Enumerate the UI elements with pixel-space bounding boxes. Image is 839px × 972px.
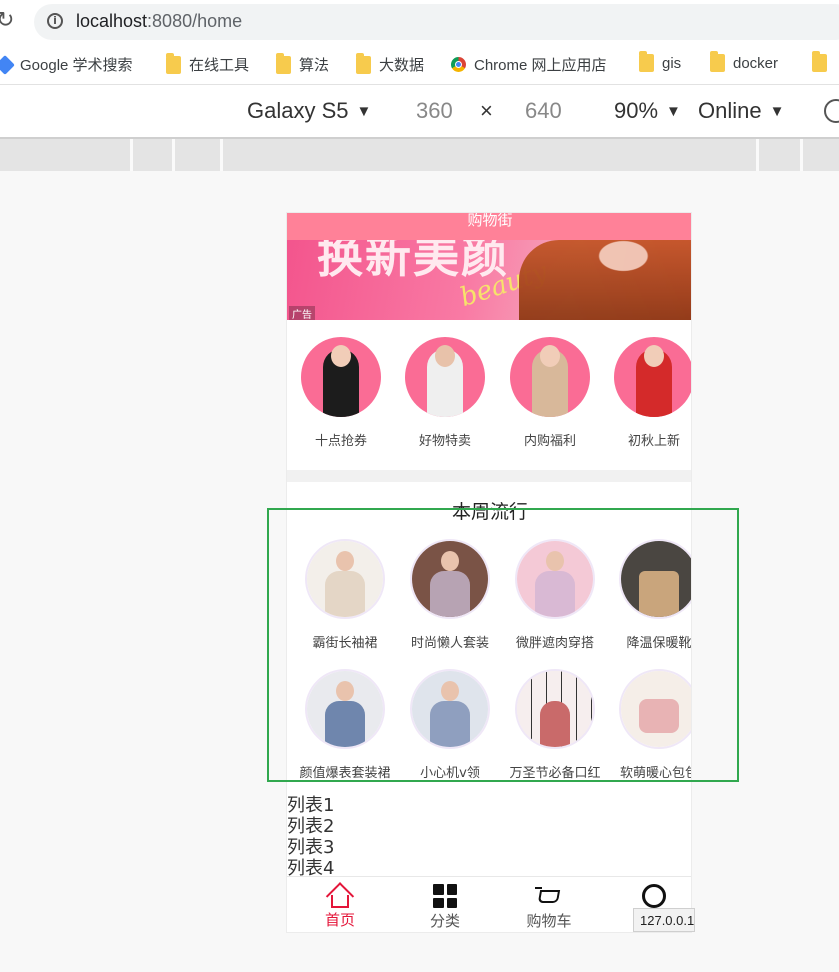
category-label: 内购福利 [523, 434, 576, 449]
bookmark-big-data[interactable]: 大数据 [356, 52, 425, 75]
placeholder-list: 列表1 列表2 列表3 列表4 [287, 795, 334, 879]
status-url-bubble: 127.0.0.1 [633, 908, 695, 932]
media-query-bar[interactable] [0, 139, 839, 171]
folder-icon [710, 51, 725, 72]
bookmark-label: 在线工具 [189, 57, 250, 74]
bookmark-online-tools[interactable]: 在线工具 [166, 52, 250, 75]
category-label: 初秋上新 [627, 434, 680, 449]
ruler-divider [130, 139, 133, 171]
category-image [510, 337, 590, 417]
ruler-divider [172, 139, 175, 171]
banner-model-image [519, 240, 691, 320]
tab-category[interactable]: 分类 [405, 883, 485, 931]
list-item: 列表1 [287, 795, 335, 816]
folder-icon [639, 51, 654, 72]
bookmarks-bar: Google 学术搜索 在线工具 算法 大数据 Chrome 网上应用店 gis… [0, 44, 839, 85]
bookmark-label: gis [662, 54, 682, 72]
ruler-divider [800, 139, 803, 171]
bookmark-more[interactable] [812, 51, 827, 72]
google-scholar-icon [0, 54, 15, 75]
category-item[interactable]: 初秋上新 [609, 337, 691, 449]
category-icon [433, 884, 457, 908]
width-input[interactable]: 360 [416, 98, 453, 124]
tab-profile[interactable] [614, 883, 691, 913]
banner-carousel[interactable]: 换新美颜 beauty 广告 [287, 240, 691, 320]
category-item[interactable]: 好物特卖 [400, 337, 490, 449]
reload-icon[interactable]: ↻ [0, 8, 14, 33]
tab-home[interactable]: 首页 [300, 883, 380, 930]
tab-label: 分类 [429, 912, 460, 930]
zoom-select[interactable]: 90% ▼ [614, 98, 681, 124]
bookmark-label: Chrome 网上应用店 [474, 57, 607, 74]
device-toolbar: Galaxy S5 ▼ 360 × 640 90% ▼ Online ▼ [0, 85, 839, 139]
dropdown-caret-icon: ▼ [666, 103, 681, 120]
url-field[interactable]: i localhost:8080/home [34, 4, 839, 40]
home-icon [327, 885, 353, 908]
network-throttle-select[interactable]: Online ▼ [698, 98, 784, 124]
list-item: 列表2 [287, 816, 335, 837]
bookmark-chrome-store[interactable]: Chrome 网上应用店 [451, 54, 607, 75]
highlight-box [267, 508, 739, 782]
section-divider [287, 470, 691, 482]
category-image [405, 337, 485, 417]
bookmark-docker[interactable]: docker [710, 51, 779, 72]
folder-icon [812, 51, 827, 72]
bookmark-gis[interactable]: gis [639, 51, 682, 72]
bookmark-label: 大数据 [379, 57, 425, 74]
ruler-divider [220, 139, 223, 171]
url-path: :8080/home [147, 11, 243, 31]
app-title: 购物街 [467, 213, 513, 229]
bookmark-algorithms[interactable]: 算法 [276, 52, 330, 75]
recommend-categories: 十点抢券 好物特卖 内购福利 初秋上新 [287, 320, 691, 470]
height-input[interactable]: 640 [525, 98, 562, 124]
folder-icon [356, 52, 371, 74]
bottom-tab-bar: 首页 分类 购物车 [287, 876, 691, 932]
folder-icon [276, 52, 291, 74]
dropdown-caret-icon: ▼ [356, 103, 372, 120]
tab-cart[interactable]: 购物车 [509, 883, 589, 931]
category-label: 十点抢券 [314, 434, 367, 449]
zoom-value: 90% [614, 98, 659, 123]
bookmark-label: 算法 [299, 57, 330, 74]
list-item: 列表3 [287, 837, 335, 858]
category-label: 好物特卖 [418, 434, 471, 449]
bookmark-label: Google 学术搜索 [20, 57, 133, 74]
network-value: Online [698, 98, 762, 123]
category-image [614, 337, 691, 417]
category-image [301, 337, 381, 417]
device-select[interactable]: Galaxy S5 ▼ [247, 98, 371, 124]
dropdown-caret-icon: ▼ [769, 103, 785, 120]
folder-icon [166, 52, 181, 74]
chrome-webstore-icon [451, 57, 466, 72]
url-text: localhost:8080/home [76, 11, 242, 32]
url-host: localhost [76, 11, 148, 31]
tab-label: 首页 [324, 911, 355, 929]
bookmark-label: docker [733, 54, 779, 72]
address-bar: ↻ i localhost:8080/home [0, 0, 839, 44]
ad-tag: 广告 [289, 306, 315, 320]
ruler-divider [756, 139, 759, 171]
rotate-icon[interactable] [824, 99, 839, 123]
profile-icon [642, 884, 666, 913]
tab-label: 购物车 [526, 912, 572, 930]
cart-icon [535, 886, 563, 908]
dimension-separator: × [480, 98, 493, 123]
app-nav-bar: 购物街 [287, 213, 691, 240]
info-icon[interactable]: i [47, 13, 63, 29]
device-name: Galaxy S5 [247, 98, 349, 123]
category-item[interactable]: 内购福利 [505, 337, 595, 449]
category-item[interactable]: 十点抢券 [296, 337, 386, 449]
bookmark-google-scholar[interactable]: Google 学术搜索 [0, 54, 133, 75]
